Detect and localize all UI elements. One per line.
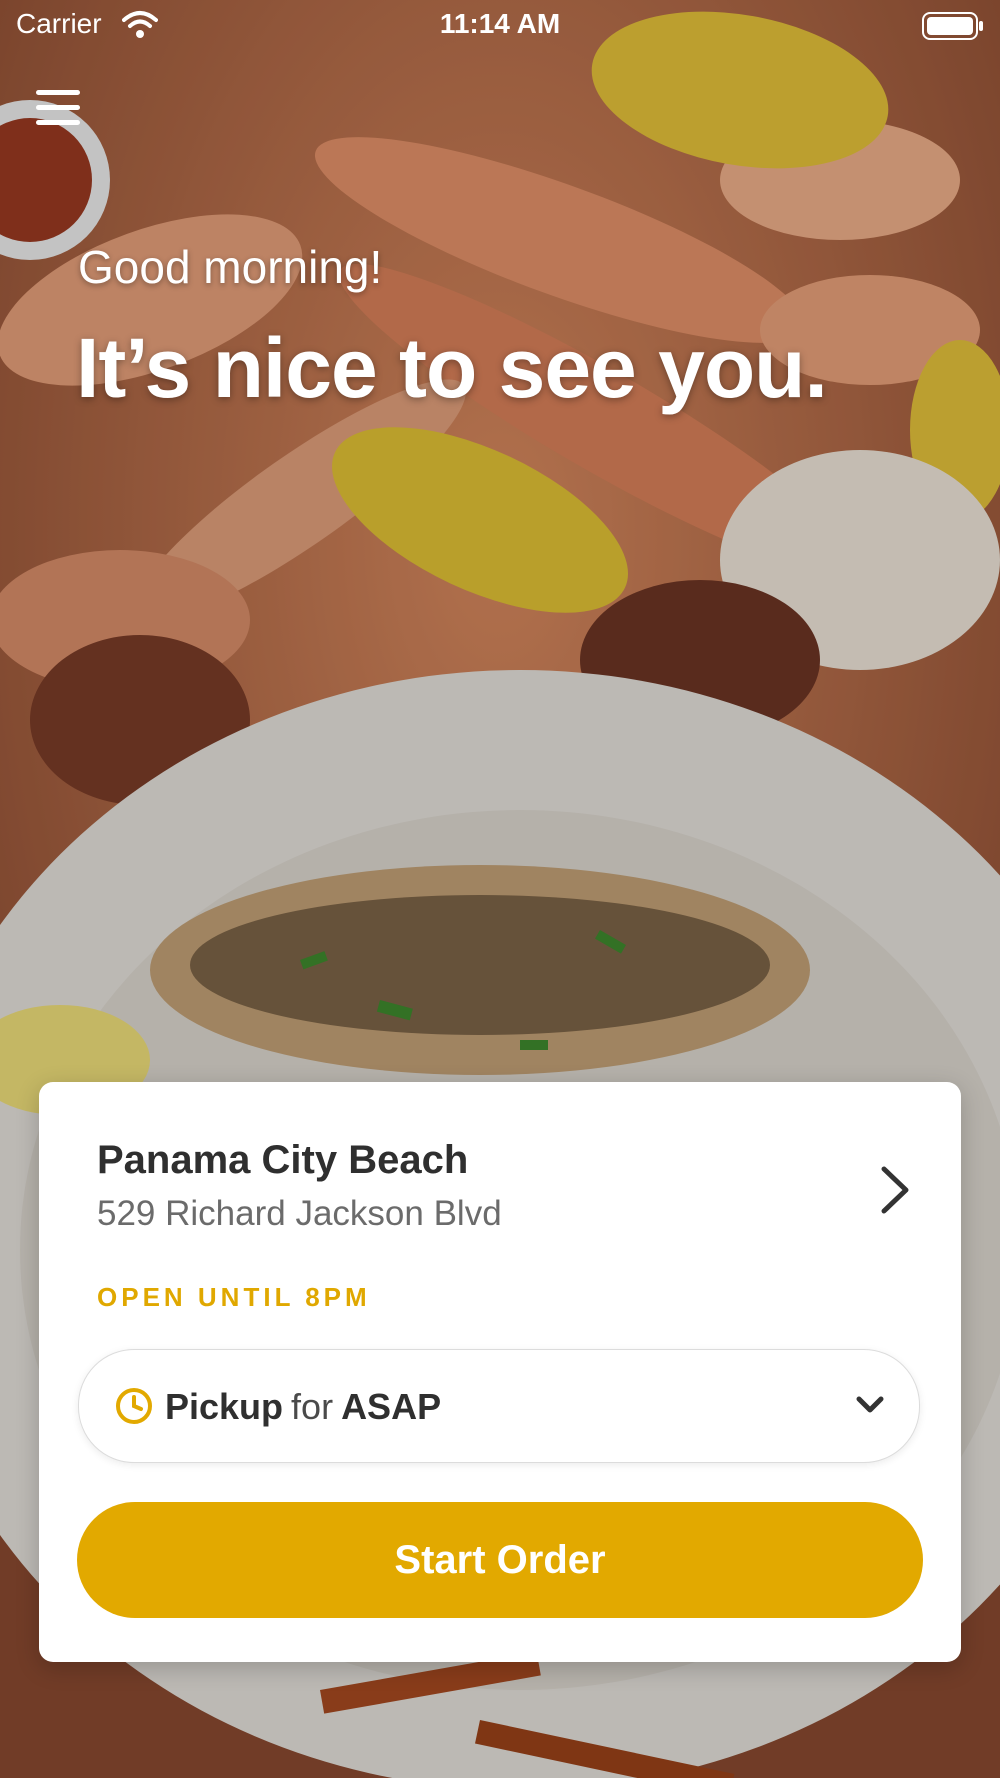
greeting-text: Good morning! [78, 241, 383, 293]
order-mode: Pickup [165, 1386, 284, 1427]
page-headline: It’s nice to see you. [76, 321, 828, 415]
order-type-label: Pickup for ASAP [165, 1386, 441, 1428]
start-order-button[interactable]: Start Order [77, 1502, 923, 1618]
clock-icon [116, 1388, 152, 1424]
chevron-right-icon[interactable] [879, 1164, 911, 1216]
status-time: 11:14 AM [439, 8, 561, 39]
order-type-dropdown[interactable]: Pickup for ASAP [78, 1349, 920, 1463]
hamburger-menu-icon[interactable] [36, 90, 80, 134]
order-connector: for [291, 1386, 334, 1427]
location-name[interactable]: Panama City Beach [97, 1138, 468, 1183]
chevron-down-icon[interactable] [855, 1394, 885, 1416]
order-time: ASAP [341, 1386, 442, 1427]
battery-icon [922, 12, 983, 40]
location-card: Panama City Beach 529 Richard Jackson Bl… [39, 1082, 961, 1662]
location-address[interactable]: 529 Richard Jackson Blvd [97, 1194, 502, 1234]
status-bar: Carrier 11:14 AM [0, 0, 1000, 50]
hours-badge: OPEN UNTIL 8PM [97, 1282, 371, 1312]
